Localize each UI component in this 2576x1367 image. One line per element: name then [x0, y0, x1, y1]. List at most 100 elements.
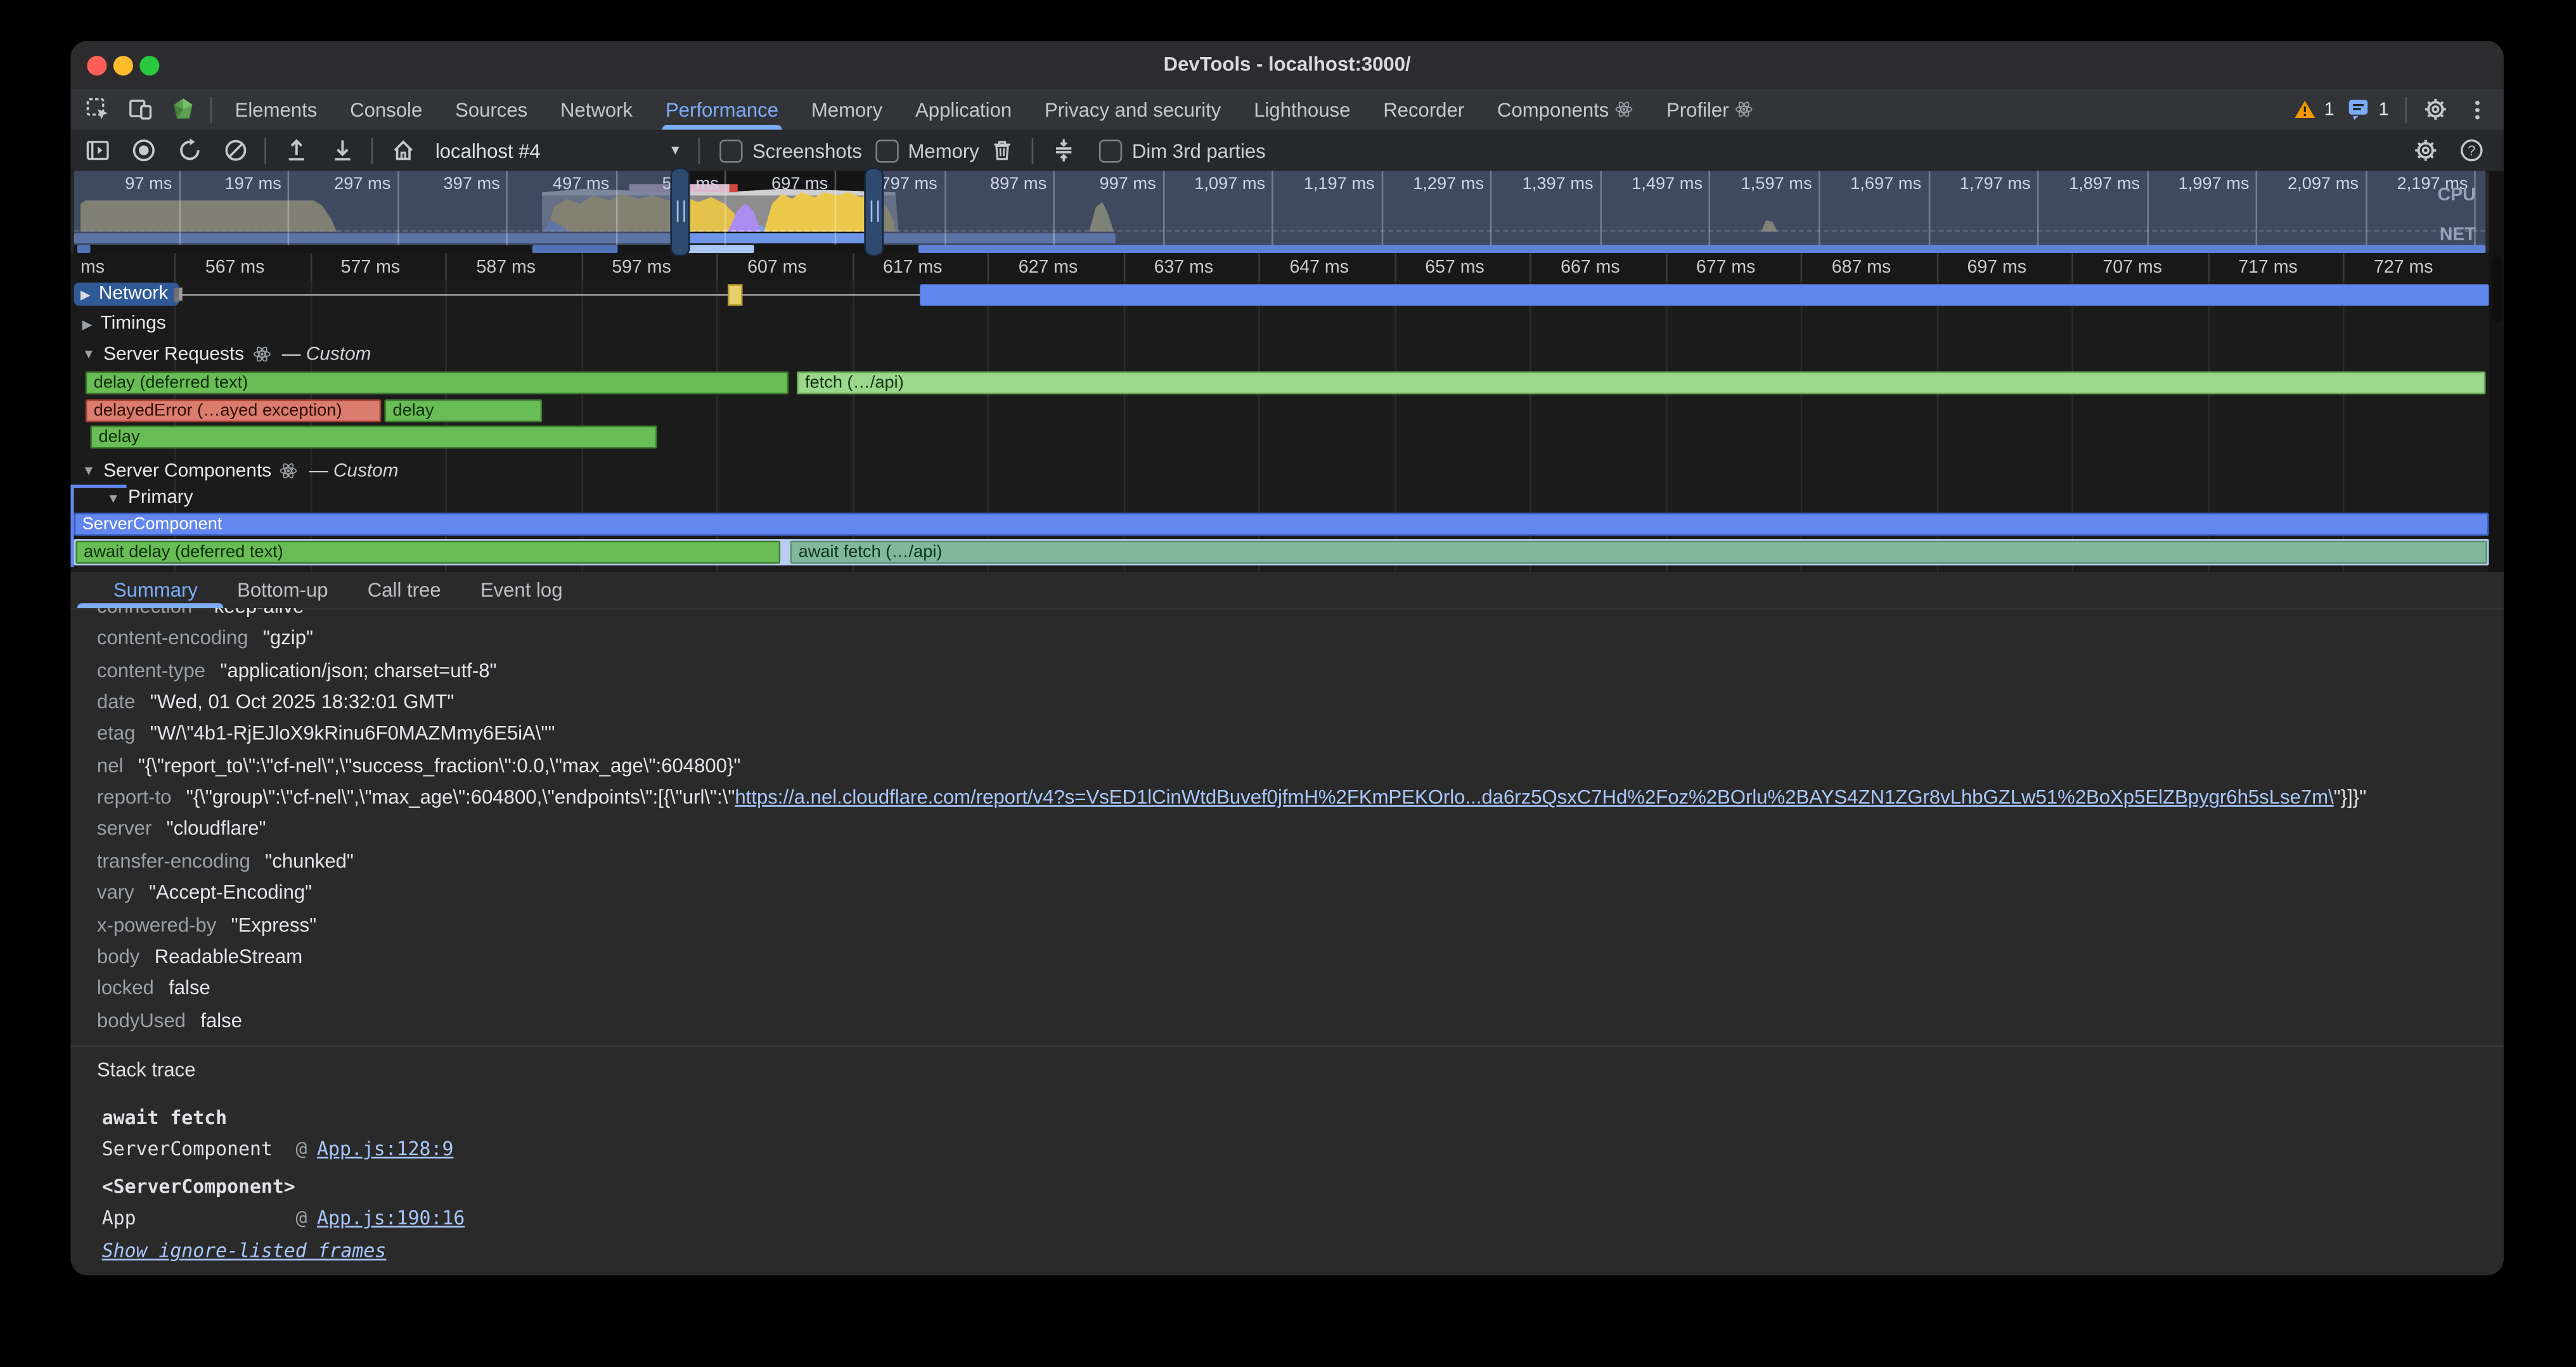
dim-3rd-parties-checkbox[interactable] [1099, 139, 1122, 162]
server-components-label: Server Components [103, 461, 271, 481]
more-options-kebab-icon[interactable] [2464, 96, 2490, 122]
header-key: report-to [97, 786, 172, 808]
toolbar-right-cluster: ? [2402, 137, 2504, 163]
selection-handle-left[interactable] [670, 167, 690, 256]
header-value: "Accept-Encoding" [149, 881, 312, 904]
event-bar-delay-deferred[interactable]: delay (deferred text) [86, 372, 789, 394]
stack-trace-title: Stack trace [97, 1058, 2478, 1081]
capture-settings-gear-icon[interactable] [2412, 137, 2438, 163]
header-row: content-encoding"gzip" [97, 626, 2487, 658]
event-bar-delayed-error[interactable]: delayedError (…ayed exception) [86, 399, 382, 422]
network-request-block-short[interactable] [728, 283, 742, 305]
chevron-down-icon: ▼ [669, 143, 682, 157]
ruler-tick-label: 597 ms [581, 258, 702, 278]
memory-checkbox[interactable] [875, 139, 898, 162]
track-drag-grip[interactable] [174, 288, 179, 302]
panel-tab[interactable]: Sources [439, 89, 544, 130]
settings-gear-icon[interactable] [2421, 96, 2447, 122]
save-profile-icon[interactable] [283, 137, 309, 163]
header-key: nel [97, 754, 124, 777]
header-value: "Express" [231, 913, 316, 936]
ruler-tick-label: 617 ms [852, 258, 974, 278]
header-row: bodyUsedfalse [97, 1008, 2487, 1039]
warning-icon[interactable] [2291, 96, 2317, 122]
response-headers-list: connection"keep-alive"content-encoding"g… [70, 608, 2503, 1045]
panel-tab[interactable]: Memory [795, 89, 899, 130]
vertical-scrollbar-thumb[interactable] [2491, 256, 2501, 322]
event-bar-server-component[interactable]: ServerComponent [74, 513, 2489, 536]
inspect-element-icon[interactable] [84, 96, 110, 122]
clear-icon[interactable] [222, 137, 248, 163]
home-icon[interactable] [389, 137, 415, 163]
collapse-triangle-icon[interactable]: ▼ [106, 491, 120, 505]
panel-tab[interactable]: Console [333, 89, 439, 130]
event-bar-await-fetch-selected[interactable]: await fetch (…/api) [790, 541, 2487, 564]
divider [699, 137, 700, 163]
event-bar-await-delay[interactable]: await delay (deferred text) [75, 541, 780, 564]
toggle-sidebar-icon[interactable] [84, 137, 110, 163]
expand-triangle-icon[interactable]: ▶ [80, 287, 91, 301]
stack-frame-source-link[interactable]: App.js:190:16 [317, 1206, 465, 1229]
window-title: DevTools - localhost:3000/ [70, 53, 2503, 75]
details-tab[interactable]: Summary [94, 572, 217, 608]
stack-frame-source-link[interactable]: App.js:128:9 [317, 1137, 453, 1160]
show-ignore-listed-link[interactable]: Show ignore-listed frames [97, 1239, 2478, 1262]
load-profile-icon[interactable] [328, 137, 354, 163]
stack-frame-function: App [102, 1203, 296, 1234]
divider [2405, 96, 2407, 122]
network-track-row: ▶ Network [70, 283, 2489, 308]
panel-tab[interactable]: Lighthouse [1237, 89, 1367, 130]
dim-3rd-parties-label: Dim 3rd parties [1132, 139, 1266, 162]
header-row: vary"Accept-Encoding" [97, 881, 2487, 912]
header-value: "{\"report_to\":\"cf-nel\",\"success_fra… [138, 754, 741, 777]
overview-tick-label: 1,897 ms [2032, 174, 2140, 194]
issues-icon[interactable] [2346, 96, 2372, 122]
collapse-triangle-icon[interactable]: ▼ [82, 463, 96, 478]
timings-track-header[interactable]: ▶ Timings [82, 312, 166, 335]
reload-and-record-icon[interactable] [176, 137, 202, 163]
details-tab[interactable]: Call tree [348, 572, 461, 608]
window-range-strip[interactable] [74, 245, 2486, 253]
timeline-overview[interactable]: 97 ms197 ms297 ms397 ms497 ms597 ms697 m… [74, 171, 2486, 245]
panel-tab[interactable]: Performance [649, 89, 795, 130]
device-toolbar-icon[interactable] [127, 96, 153, 122]
collapse-tracks-icon[interactable] [1050, 137, 1076, 163]
custom-suffix: — Custom [309, 461, 399, 481]
overview-tick-label: 1,697 ms [1813, 174, 1921, 194]
details-tab[interactable]: Bottom-up [217, 572, 348, 608]
details-tab[interactable]: Event log [461, 572, 583, 608]
event-bar-fetch-api[interactable]: fetch (…/api) [797, 372, 2485, 394]
header-value-link[interactable]: https://a.nel.cloudflare.com/report/v4?s… [735, 786, 2333, 808]
garbage-collect-icon[interactable] [989, 137, 1015, 163]
event-bar-delay-c[interactable]: delay [91, 425, 657, 448]
warning-count: 1 [2324, 100, 2334, 119]
primary-subtrack-header[interactable]: ▼ Primary [106, 486, 193, 509]
selection-handle-right[interactable] [864, 167, 884, 256]
panel-tab[interactable]: Elements [219, 89, 334, 130]
panel-tab[interactable]: Network [544, 89, 649, 130]
panel-tab[interactable]: Profiler [1650, 89, 1770, 130]
stack-frame: ServerComponent@App.js:128:9 [97, 1134, 2478, 1165]
panel-tab[interactable]: Privacy and security [1028, 89, 1237, 130]
server-requests-track-header[interactable]: ▼ Server Requests — Custom [82, 342, 371, 366]
record-button[interactable] [130, 137, 156, 163]
detail-ruler[interactable]: ms 567 ms577 ms587 ms597 ms607 ms617 ms6… [70, 253, 2489, 281]
extension-icon[interactable] [169, 96, 195, 122]
custom-suffix: — Custom [282, 344, 371, 364]
overview-tick-label: 1,797 ms [1922, 174, 2031, 194]
header-value: "Wed, 01 Oct 2025 18:32:01 GMT" [150, 690, 454, 713]
panel-tab[interactable]: Recorder [1367, 89, 1481, 130]
network-request-block-long[interactable] [920, 283, 2489, 305]
collapse-triangle-icon[interactable]: ▼ [82, 347, 96, 361]
history-select[interactable]: localhost #4 ▼ [435, 139, 682, 162]
details-tabs: Summary Bottom-up Call tree Event log [70, 572, 2503, 610]
panel-tab[interactable]: Application [899, 89, 1028, 130]
server-components-track-header[interactable]: ▼ Server Components — Custom [82, 458, 399, 483]
panel-tab[interactable]: Components [1481, 89, 1650, 130]
event-bar-delay-b[interactable]: delay [384, 399, 542, 422]
ruler-tick-label: 687 ms [1801, 258, 1922, 278]
network-track-header[interactable]: ▶ Network [74, 283, 180, 306]
screenshots-checkbox[interactable] [719, 139, 742, 162]
expand-triangle-icon[interactable]: ▶ [82, 316, 93, 331]
help-icon[interactable]: ? [2457, 137, 2483, 163]
